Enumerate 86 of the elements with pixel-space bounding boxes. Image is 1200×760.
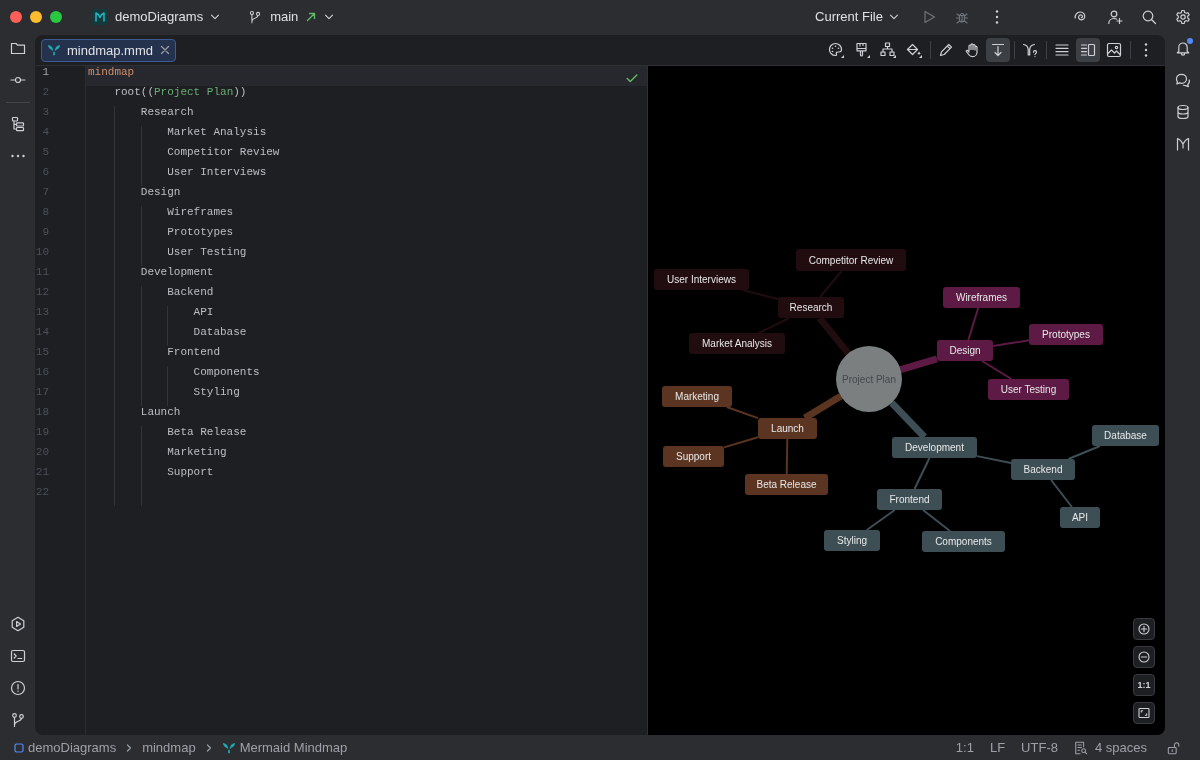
mermaid-tail-icon (47, 43, 61, 57)
mindmap-node: Market Analysis (689, 333, 785, 354)
mindmap-node: Marketing (662, 386, 732, 407)
zoom-out-icon[interactable] (1133, 646, 1155, 668)
settings-icon[interactable] (1175, 8, 1191, 25)
mindmap-node: User Testing (988, 379, 1069, 400)
document-search-icon (1073, 740, 1088, 755)
mindmap-node: Design (937, 340, 993, 361)
chat-icon[interactable] (1174, 72, 1191, 88)
connector-line (802, 393, 843, 421)
mindmap-node: Launch (758, 418, 817, 439)
connector-line (741, 289, 779, 301)
branch-icon (248, 9, 263, 24)
connector-line (913, 457, 931, 490)
mindmap-node: Research (778, 297, 844, 318)
close-icon[interactable] (159, 45, 170, 55)
connector-line (785, 438, 789, 475)
branch-selector[interactable]: main (248, 3, 335, 30)
connector-line (981, 360, 1013, 380)
minimize-icon[interactable] (30, 10, 42, 23)
connector-line (992, 339, 1030, 348)
file-encoding[interactable]: UTF-8 (1021, 740, 1058, 755)
indent-setting[interactable]: 4 spaces (1073, 740, 1147, 755)
connector-line (865, 509, 896, 531)
maximize-icon[interactable] (50, 10, 62, 23)
connector-line (976, 455, 1012, 464)
run-configuration-selector[interactable]: Current File (815, 3, 899, 30)
notifications-icon[interactable] (1174, 40, 1191, 56)
connector-line (1067, 445, 1101, 460)
actual-size-button[interactable]: 1:1 (1133, 674, 1155, 696)
fit-icon[interactable] (1133, 702, 1155, 724)
connector-line (922, 509, 951, 532)
mindmap-node: API (1060, 507, 1100, 528)
split-view-icon[interactable] (1076, 38, 1100, 62)
close-icon[interactable] (10, 10, 22, 23)
arrow-up-right-icon (306, 11, 317, 22)
connector-line (1050, 479, 1073, 508)
connector-line (816, 315, 851, 356)
mindmap-node: Support (663, 446, 724, 467)
connector-line (818, 270, 843, 298)
code-line: root((Project Plan)) (113, 86, 248, 100)
unlock-icon[interactable] (1167, 740, 1181, 755)
connector-line (899, 355, 938, 373)
connector-line (889, 400, 927, 440)
alert-icon[interactable] (9, 680, 26, 696)
mindmap-node: Backend (1011, 459, 1075, 480)
search-icon[interactable] (1141, 8, 1157, 25)
breadcrumb[interactable]: demoDiagrams (14, 740, 117, 755)
project-selector[interactable]: demoDiagrams (92, 3, 221, 30)
branch-icon[interactable] (9, 712, 26, 728)
hexagon-play-icon[interactable] (9, 616, 26, 632)
chevron-right-icon (125, 743, 134, 752)
project-logo-icon (92, 8, 108, 25)
mindmap-node: Competitor Review (796, 249, 906, 271)
connector-line (967, 307, 980, 341)
line-number: 1 (41, 66, 49, 80)
folder-icon[interactable] (9, 40, 26, 56)
mindmap-node: User Interviews (654, 269, 749, 290)
terminal-icon[interactable] (9, 648, 26, 664)
connector-line (757, 317, 791, 334)
connector-line (723, 436, 759, 449)
add-user-icon[interactable] (1107, 8, 1123, 25)
play-icon[interactable] (921, 8, 937, 25)
line-separator[interactable]: LF (989, 740, 1006, 755)
breadcrumb[interactable]: mindmap (142, 740, 196, 755)
mindmap-node: Database (1092, 425, 1159, 446)
mermaid-logo-icon[interactable] (1174, 136, 1191, 152)
mindmap-node: Development (892, 437, 977, 458)
database-icon[interactable] (1174, 104, 1191, 120)
square-icon (14, 742, 24, 753)
mindmap-node: Frontend (877, 489, 942, 510)
mindmap-node: Components (922, 531, 1005, 552)
mermaid-tail-icon (221, 740, 236, 755)
connector-line (725, 406, 759, 420)
editor-tab[interactable]: mindmap.mmd (41, 38, 176, 62)
breadcrumb[interactable]: Mermaid Mindmap (221, 740, 348, 755)
mindmap-node: Prototypes (1029, 324, 1103, 345)
checkmark-icon[interactable] (625, 71, 639, 85)
chevron-right-icon (204, 743, 213, 752)
mindmap-node: Styling (824, 530, 880, 551)
caret-position[interactable]: 1:1 (955, 740, 974, 755)
zoom-in-icon[interactable] (1133, 618, 1155, 640)
structure-icon[interactable] (9, 116, 26, 132)
arrow-down-bar-icon[interactable] (986, 38, 1010, 62)
mindmap-node: Beta Release (745, 474, 828, 495)
mindmap-node: Wireframes (943, 287, 1020, 308)
